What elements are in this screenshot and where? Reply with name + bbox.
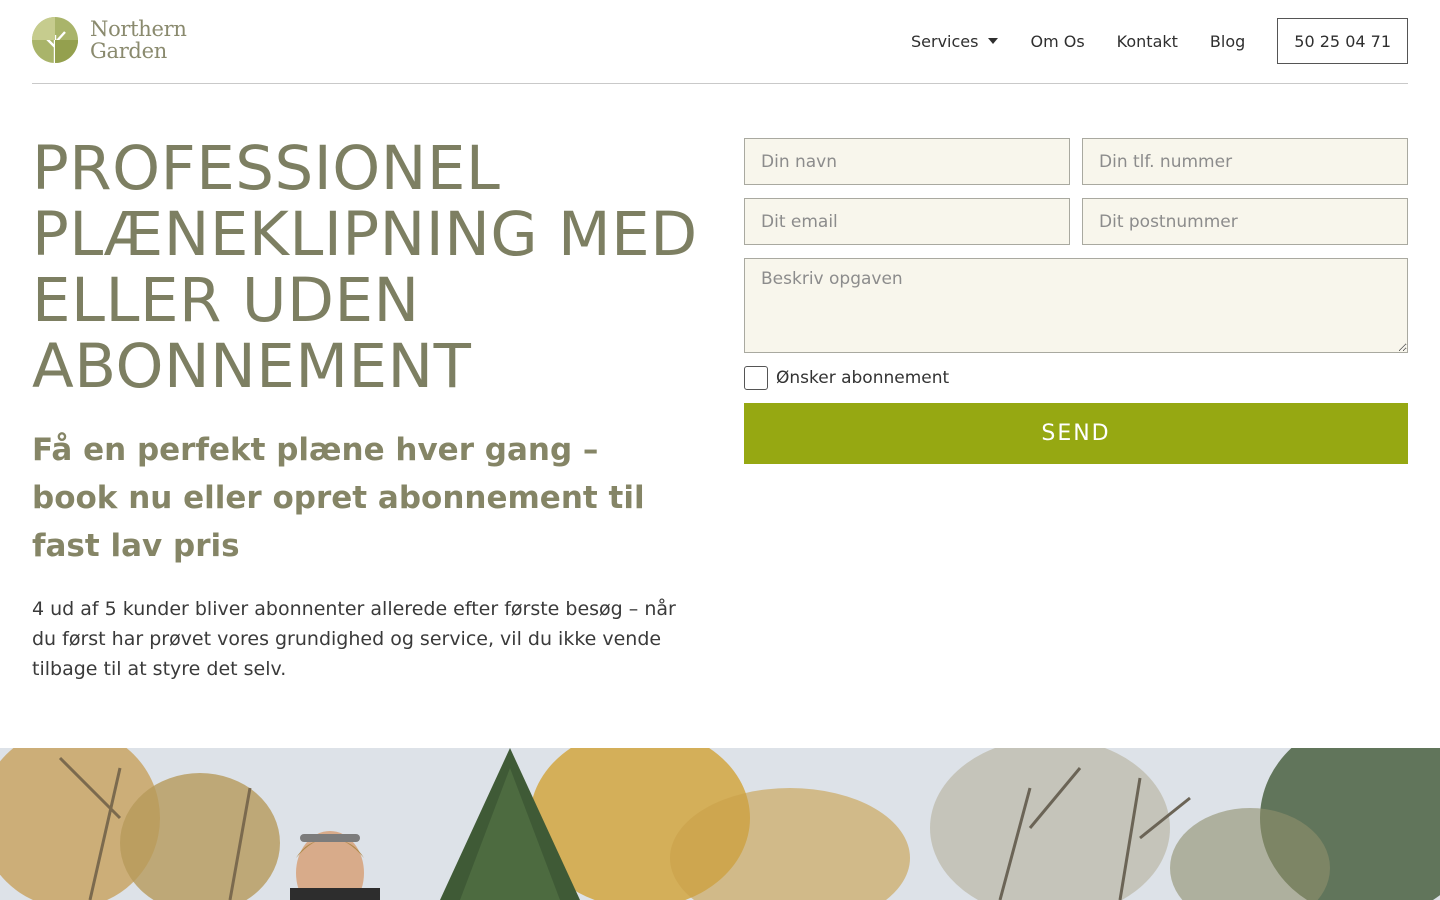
nav-item-kontakt[interactable]: Kontakt — [1117, 32, 1178, 51]
phone-button[interactable]: 50 25 04 71 — [1277, 18, 1408, 64]
brand-name-line1: Northern — [90, 17, 187, 41]
caret-down-icon[interactable] — [988, 38, 999, 44]
task-description-field[interactable] — [744, 258, 1408, 353]
brand-name-line2: Garden — [90, 39, 167, 63]
form-row — [744, 198, 1408, 245]
nav-item-om-os[interactable]: Om Os — [1030, 32, 1084, 51]
nav-item-label: Kontakt — [1116, 31, 1178, 51]
main-nav: Services Om Os Kontakt Blog 50 25 04 71 — [879, 18, 1408, 64]
phone-field[interactable] — [1082, 138, 1408, 185]
name-field[interactable] — [744, 138, 1070, 185]
hero-photo — [0, 748, 1440, 900]
contact-form: Ønsker abonnement SEND — [744, 138, 1408, 464]
hero-subtitle: Få en perfekt plæne hver gang – book nu … — [32, 432, 645, 564]
garden-photo-image — [0, 748, 1440, 900]
subscription-option: Ønsker abonnement — [744, 365, 1408, 391]
brand-name: Northern Garden — [90, 18, 187, 62]
hero-body-text: 4 ud af 5 kunder bliver abonnenter aller… — [32, 598, 676, 680]
zip-field[interactable] — [1082, 198, 1408, 245]
hero-title: PROFESSIONEL PLÆNEKLIPNING MED ELLER UDE… — [32, 133, 698, 402]
email-field[interactable] — [744, 198, 1070, 245]
subscription-label[interactable]: Ønsker abonnement — [776, 368, 949, 388]
brand-logo[interactable]: Northern Garden — [32, 17, 187, 63]
nav-item-blog[interactable]: Blog — [1210, 32, 1245, 51]
nav-item-label: Services — [911, 31, 979, 51]
tree-logo-icon — [32, 17, 78, 63]
phone-number: 50 25 04 71 — [1294, 31, 1391, 51]
send-button-label: SEND — [1041, 421, 1111, 446]
subscription-checkbox[interactable] — [744, 366, 768, 390]
send-button[interactable]: SEND — [744, 403, 1408, 464]
form-row — [744, 138, 1408, 185]
nav-item-label: Om Os — [1030, 31, 1085, 51]
nav-item-services[interactable]: Services — [911, 31, 999, 51]
nav-item-label: Blog — [1209, 31, 1246, 51]
site-header: Northern Garden Services Om Os Kontakt B… — [32, 0, 1408, 84]
